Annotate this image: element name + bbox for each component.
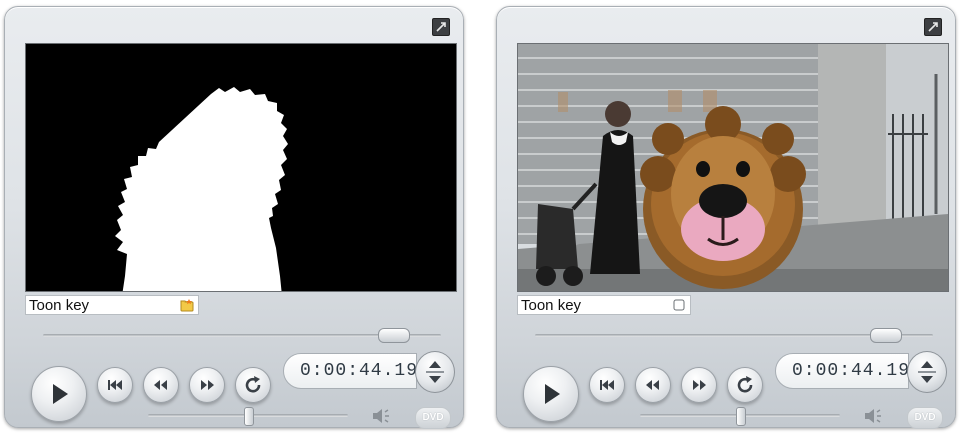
timecode-jog-button[interactable] bbox=[907, 351, 947, 393]
timecode-display[interactable]: 0:00:44.19 bbox=[283, 353, 417, 389]
timecode-text: 0:00:44.19 bbox=[792, 361, 911, 381]
fast-forward-icon bbox=[201, 380, 214, 390]
preview-screen-video bbox=[517, 43, 949, 292]
clip-title-field[interactable]: Toon key bbox=[517, 295, 691, 315]
loop-icon bbox=[737, 376, 753, 393]
expand-icon[interactable] bbox=[924, 18, 942, 36]
volume-slider[interactable] bbox=[640, 407, 840, 426]
player-panel-right: Toon key 0:00:44.19 DVD bbox=[496, 6, 956, 429]
clip-title-text: Toon key bbox=[29, 297, 90, 314]
go-to-start-button[interactable] bbox=[97, 367, 133, 403]
speaker-icon[interactable] bbox=[370, 405, 392, 427]
loop-icon bbox=[245, 376, 261, 393]
scrubber-track[interactable] bbox=[535, 328, 933, 343]
play-button[interactable] bbox=[31, 366, 87, 422]
fast-forward-button[interactable] bbox=[681, 367, 717, 403]
go-to-start-icon bbox=[108, 380, 122, 390]
timecode-jog-button[interactable] bbox=[415, 351, 455, 393]
rewind-icon bbox=[646, 380, 659, 390]
rewind-button[interactable] bbox=[143, 367, 179, 403]
timecode-display[interactable]: 0:00:44.19 bbox=[775, 353, 909, 389]
up-down-arrows-icon bbox=[918, 361, 936, 383]
square-checkbox-icon[interactable] bbox=[672, 298, 686, 312]
volume-thumb[interactable] bbox=[736, 407, 746, 426]
volume-slider[interactable] bbox=[148, 407, 348, 426]
go-to-start-button[interactable] bbox=[589, 367, 625, 403]
play-icon bbox=[53, 384, 68, 404]
go-to-start-icon bbox=[600, 380, 614, 390]
clip-title-field[interactable]: Toon key bbox=[25, 295, 199, 315]
player-panel-left: Toon key 0:00:44.19 DVD bbox=[4, 6, 464, 429]
preview-screen-alpha-mask bbox=[25, 43, 457, 292]
speaker-icon[interactable] bbox=[862, 405, 884, 427]
rewind-button[interactable] bbox=[635, 367, 671, 403]
rewind-icon bbox=[154, 380, 167, 390]
play-button[interactable] bbox=[523, 366, 579, 422]
clip-title-text: Toon key bbox=[521, 297, 582, 314]
scrubber-thumb[interactable] bbox=[378, 328, 411, 343]
scrubber-thumb[interactable] bbox=[870, 328, 903, 343]
up-down-arrows-icon bbox=[426, 361, 444, 383]
dvd-button[interactable]: DVD bbox=[907, 407, 943, 429]
loop-button[interactable] bbox=[235, 367, 271, 403]
dvd-button[interactable]: DVD bbox=[415, 407, 451, 429]
play-icon bbox=[545, 384, 560, 404]
expand-icon[interactable] bbox=[432, 18, 450, 36]
fast-forward-button[interactable] bbox=[189, 367, 225, 403]
scrubber-track[interactable] bbox=[43, 328, 441, 343]
volume-thumb[interactable] bbox=[244, 407, 254, 426]
timecode-text: 0:00:44.19 bbox=[300, 361, 419, 381]
folder-star-icon[interactable] bbox=[180, 298, 194, 312]
loop-button[interactable] bbox=[727, 367, 763, 403]
fast-forward-icon bbox=[693, 380, 706, 390]
